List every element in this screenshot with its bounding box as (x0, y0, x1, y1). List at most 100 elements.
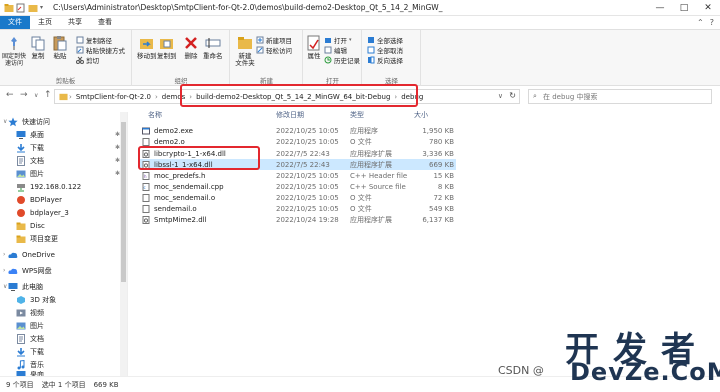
breadcrumb-build-folder[interactable]: build-demo2-Desktop_Qt_5_14_2_MinGW_64_b… (193, 93, 393, 101)
nav-item-pictures[interactable]: 图片 ✱ (0, 167, 128, 180)
breadcrumb-demos[interactable]: demos (159, 93, 189, 101)
column-header-type[interactable]: 类型 (350, 110, 364, 120)
column-header-date[interactable]: 修改日期 (276, 110, 304, 120)
column-header-size[interactable]: 大小 (414, 110, 428, 120)
clipboard-group-label: 剪贴板 (55, 77, 76, 85)
file-icon (142, 137, 150, 146)
folder-icon (16, 222, 26, 230)
minimize-button[interactable]: — (648, 0, 672, 16)
nav-item-documents-pc[interactable]: 文档 (0, 332, 128, 345)
nav-item-downloads-pc[interactable]: 下载 (0, 345, 128, 358)
nav-item-bdplayer[interactable]: BDPlayer (0, 193, 128, 206)
tab-file[interactable]: 文件 (0, 16, 30, 29)
scrollbar-thumb[interactable] (121, 122, 126, 282)
tab-home[interactable]: 主页 (30, 16, 60, 29)
edit-button[interactable]: 编辑 (324, 45, 347, 55)
paste-button[interactable]: 粘贴 (52, 35, 68, 60)
nav-item-this-pc[interactable]: ∨ 此电脑 (0, 280, 128, 293)
table-row[interactable]: c moc_sendemail.cpp 2022/10/25 10:05 C++… (140, 181, 456, 192)
nav-item-quick-access[interactable]: ∨ 快速访问 (0, 115, 128, 128)
file-type: C++ Header file (350, 171, 408, 180)
nav-item-onedrive[interactable]: › OneDrive (0, 248, 128, 261)
table-row[interactable]: demo2.exe 2022/10/25 10:05 应用程序 1,950 KB (140, 125, 456, 136)
nav-item-desktop[interactable]: 桌面 ✱ (0, 128, 128, 141)
nav-item-bdplayer3[interactable]: bdplayer_3 (0, 206, 128, 219)
collapse-chevron-icon[interactable]: ∨ (3, 283, 7, 290)
watermark-english: DevZe.CoM (570, 358, 720, 386)
nav-item-3d-objects[interactable]: 3D 对象 (0, 293, 128, 306)
collapse-ribbon-icon[interactable]: ⌃ (697, 18, 704, 27)
search-input[interactable]: ⌕ 在 debug 中搜索 (528, 89, 712, 104)
file-date: 2022/10/25 10:05 (276, 171, 339, 180)
delete-button[interactable]: 删除 (183, 35, 199, 60)
cut-button[interactable]: 剪切 (76, 55, 99, 65)
breadcrumb-smtpclient[interactable]: SmtpClient-for-Qt-2.0 (73, 93, 154, 101)
file-name: moc_sendemail.o (154, 193, 216, 202)
nav-item-disc[interactable]: Disc (0, 219, 128, 232)
tab-share[interactable]: 共享 (60, 16, 90, 29)
rename-button[interactable]: 重命名 (203, 35, 223, 60)
new-item-button[interactable]: 新建项目 (256, 35, 292, 45)
search-icon: ⌕ (533, 92, 537, 100)
properties-button[interactable]: 属性 (306, 35, 322, 60)
collapse-chevron-icon[interactable]: ∨ (3, 118, 7, 125)
address-bar[interactable]: › SmtpClient-for-Qt-2.0 › demos › build-… (54, 89, 520, 104)
new-folder-button[interactable]: 新建 文件夹 (234, 35, 256, 67)
close-button[interactable]: ✕ (696, 0, 720, 16)
column-header-name[interactable]: 名称 (148, 110, 162, 120)
up-arrow-icon[interactable]: ↑ (44, 90, 52, 100)
nav-item-label: 图片 (30, 169, 44, 178)
network-drive-icon (17, 183, 25, 191)
nav-item-label: 视频 (30, 308, 44, 317)
expand-chevron-icon[interactable]: › (3, 251, 5, 258)
address-history-dropdown-icon[interactable]: ∨ (498, 92, 503, 100)
recent-dropdown-icon[interactable]: ∨ (34, 92, 38, 99)
file-type: O 文件 (350, 137, 372, 146)
table-row[interactable]: demo2.o 2022/10/25 10:05 O 文件 780 KB (140, 136, 456, 147)
invert-selection-button[interactable]: 反向选择 (367, 55, 403, 65)
easy-access-button[interactable]: 轻松访问 (256, 45, 292, 55)
paste-shortcut-button[interactable]: 粘贴快捷方式 (76, 45, 125, 55)
history-button[interactable]: 历史记录 (324, 55, 360, 65)
pin-quick-access-button[interactable]: 固定到快速访问 (2, 35, 26, 67)
nav-item-documents[interactable]: 文档 ✱ (0, 154, 128, 167)
navigation-scrollbar[interactable] (120, 112, 127, 376)
move-to-button[interactable]: 移动到 (137, 35, 157, 60)
table-row[interactable]: sendemail.o 2022/10/25 10:05 O 文件 549 KB (140, 203, 456, 214)
nav-item-videos[interactable]: 视频 (0, 306, 128, 319)
breadcrumb-debug[interactable]: debug (398, 93, 426, 101)
table-row[interactable]: moc_sendemail.o 2022/10/25 10:05 O 文件 72… (140, 192, 456, 203)
file-date: 2022/10/25 10:05 (276, 193, 339, 202)
maximize-button[interactable]: □ (672, 0, 696, 16)
exe-icon (142, 127, 150, 134)
select-all-button[interactable]: 全部选择 (367, 35, 403, 45)
copy-path-button[interactable]: 复制路径 (76, 35, 112, 45)
new-folder-icon[interactable] (28, 3, 38, 13)
nav-item-downloads[interactable]: 下载 ✱ (0, 141, 128, 154)
copy-to-button[interactable]: 复制到 (157, 35, 177, 60)
refresh-icon[interactable]: ↻ (509, 91, 516, 100)
forward-arrow-icon[interactable]: → (20, 90, 28, 100)
tab-view[interactable]: 查看 (90, 16, 120, 29)
properties-icon[interactable] (16, 3, 26, 13)
table-row-selected[interactable]: libssl-1_1-x64.dll 2022/7/5 22:43 应用程序扩展… (140, 159, 456, 170)
nav-item-wps-cloud[interactable]: › WPS网盘 (0, 264, 128, 277)
table-row[interactable]: SmtpMime2.dll 2022/10/24 19:28 应用程序扩展 6,… (140, 214, 456, 225)
ribbon: 固定到快速访问 复制 粘贴 复制路径 粘贴快捷方式 剪切 剪贴板 移动到 复制到… (0, 29, 720, 87)
expand-chevron-icon[interactable]: › (3, 267, 5, 274)
select-none-button[interactable]: 全部取消 (367, 45, 403, 55)
help-icon[interactable]: ? (710, 18, 714, 27)
open-group-label: 打开 (326, 77, 339, 85)
nav-item-label: 快速访问 (22, 117, 50, 126)
nav-item-network-share[interactable]: 192.168.0.122 (0, 180, 128, 193)
table-row[interactable]: libcrypto-1_1-x64.dll 2022/7/5 22:43 应用程… (140, 148, 456, 159)
back-arrow-icon[interactable]: ← (6, 90, 14, 100)
table-row[interactable]: h moc_predefs.h 2022/10/25 10:05 C++ Hea… (140, 170, 456, 181)
open-button[interactable]: 打开 ▾ (324, 35, 352, 45)
3d-objects-icon (17, 295, 25, 304)
nav-item-pictures-pc[interactable]: 图片 (0, 319, 128, 332)
copy-button[interactable]: 复制 (30, 35, 46, 60)
nav-item-music[interactable]: 音乐 (0, 358, 128, 371)
nav-item-project-change[interactable]: 项目变更 (0, 232, 128, 245)
file-icon (142, 204, 150, 213)
